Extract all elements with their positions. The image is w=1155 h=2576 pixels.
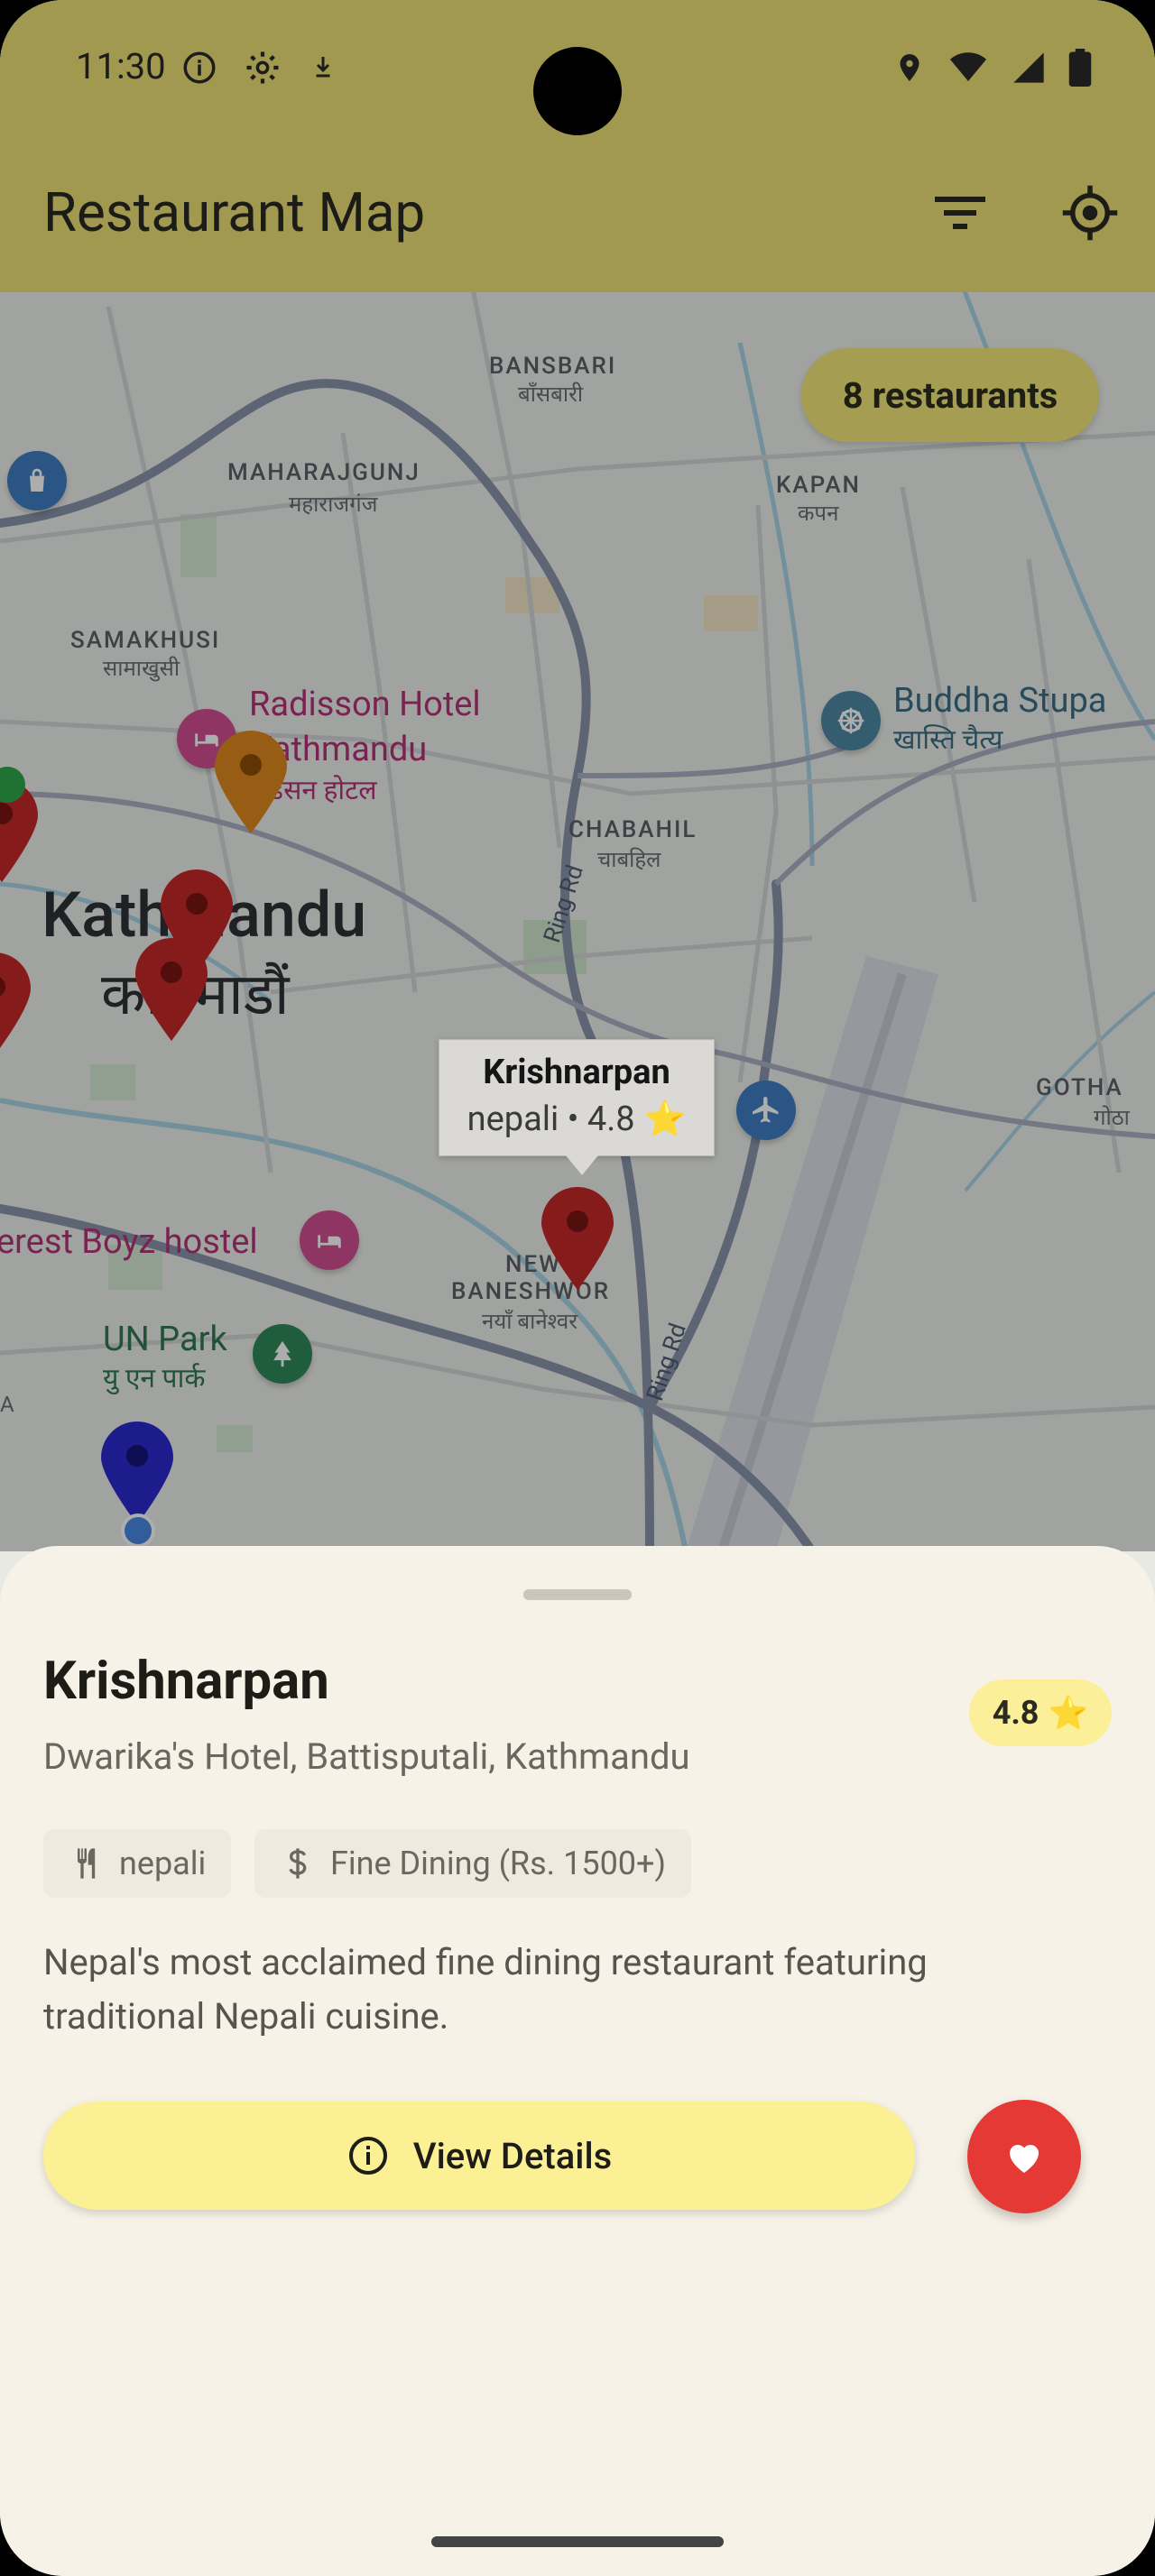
price-chip: Fine Dining (Rs. 1500+): [254, 1829, 691, 1898]
restaurant-icon: [78, 1848, 96, 1879]
info-icon: [348, 2137, 387, 2175]
favorite-button[interactable]: [967, 2100, 1081, 2213]
info-icon: [183, 51, 216, 84]
restaurant-count-badge: 8 restaurants: [801, 348, 1099, 442]
drag-handle[interactable]: [523, 1589, 632, 1600]
star-icon: ⭐: [1048, 1694, 1089, 1732]
status-bar: 11:30: [0, 0, 1155, 135]
dollar-icon: [289, 1848, 307, 1879]
signal-icon: [1013, 52, 1044, 83]
info-window-title: Krishnarpan: [483, 1053, 670, 1092]
screen: BANSBARI बाँसबारी MAHARAJGUNJ महाराजगंज …: [0, 0, 1155, 2576]
filter-button[interactable]: [924, 177, 996, 249]
view-details-button[interactable]: View Details: [43, 2102, 915, 2210]
gear-icon: [246, 51, 279, 84]
my-location-button[interactable]: [1054, 177, 1126, 249]
restaurant-bottom-sheet[interactable]: Krishnarpan 4.8 ⭐ Dwarika's Hotel, Batti…: [0, 1546, 1155, 2576]
filter-icon: [935, 197, 985, 229]
marker-info-window[interactable]: Krishnarpan nepali • 4.8 ⭐: [439, 1039, 715, 1175]
wifi-icon: [950, 52, 986, 81]
camera-cutout: [533, 47, 622, 135]
rating-value: 4.8: [992, 1694, 1040, 1732]
info-window-subtitle: nepali • 4.8 ⭐: [467, 1099, 687, 1139]
data-saver-icon: [316, 57, 330, 78]
restaurant-description: Nepal's most acclaimed fine dining resta…: [43, 1941, 928, 2038]
status-time: 11:30: [76, 45, 166, 87]
heart-icon: [1010, 2145, 1039, 2173]
battery-icon: [1068, 49, 1092, 87]
cuisine-label: nepali: [119, 1845, 207, 1882]
location-icon: [900, 54, 919, 81]
price-label: Fine Dining (Rs. 1500+): [330, 1845, 666, 1882]
rating-badge: 4.8 ⭐: [969, 1679, 1112, 1746]
page-title: Restaurant Map: [43, 180, 426, 244]
restaurant-address: Dwarika's Hotel, Battisputali, Kathmandu: [43, 1735, 690, 1778]
home-indicator[interactable]: [431, 2536, 724, 2547]
restaurant-name: Krishnarpan: [43, 1651, 329, 1712]
my-location-icon: [1062, 185, 1118, 241]
view-details-label: View Details: [412, 2134, 613, 2177]
cuisine-chip: nepali: [43, 1829, 232, 1898]
app-bar: Restaurant Map: [0, 135, 1155, 292]
